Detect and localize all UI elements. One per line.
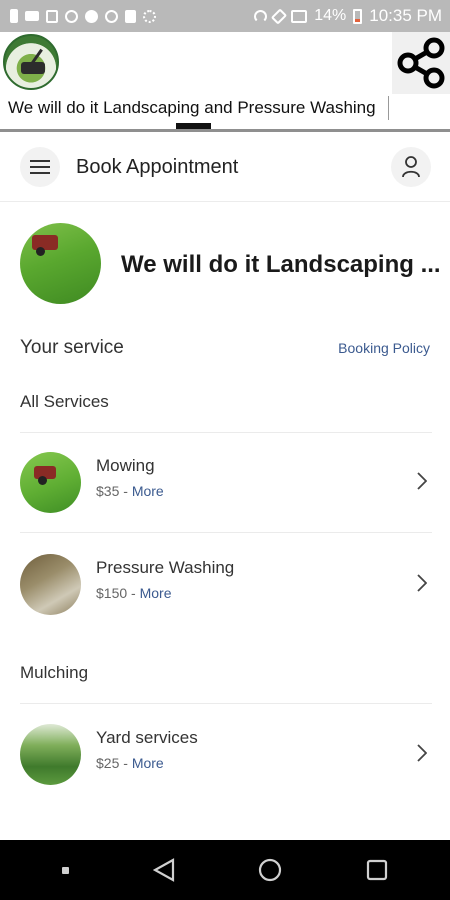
title-separator bbox=[388, 96, 389, 120]
image-icon bbox=[46, 9, 58, 23]
service-price: $35 bbox=[96, 483, 120, 499]
more-link[interactable]: More bbox=[132, 755, 164, 771]
instagram-icon bbox=[65, 9, 78, 23]
service-meta: $150 - More bbox=[96, 585, 172, 601]
category-heading: All Services bbox=[20, 392, 109, 411]
service-thumbnail bbox=[20, 554, 81, 615]
business-logo bbox=[3, 34, 59, 90]
divider bbox=[20, 703, 432, 704]
menu-icon bbox=[30, 160, 50, 174]
more-link[interactable]: More bbox=[132, 483, 164, 499]
section-title: Your service bbox=[20, 337, 124, 358]
clock: 10:35 PM bbox=[369, 6, 442, 25]
status-bar: 14% 10:35 PM bbox=[0, 0, 450, 32]
notification-icons bbox=[10, 9, 156, 23]
service-price: $150 bbox=[96, 585, 128, 601]
battery-icon bbox=[353, 8, 363, 24]
service-section-header: Your service Booking Policy bbox=[20, 337, 430, 361]
chevron-right-icon bbox=[417, 744, 427, 762]
price-separator: - bbox=[119, 483, 132, 499]
page-title: Book Appointment bbox=[76, 156, 239, 178]
video-icon bbox=[25, 11, 39, 21]
user-icon bbox=[402, 156, 420, 178]
app-header: We will do it Landscaping and Pressure W… bbox=[0, 32, 450, 132]
system-status-icons: 14% 10:35 PM bbox=[254, 6, 442, 26]
signal-icon bbox=[143, 9, 156, 23]
chevron-right-icon bbox=[417, 574, 427, 592]
divider bbox=[20, 432, 432, 433]
price-separator: - bbox=[119, 755, 132, 771]
booking-toolbar: Book Appointment bbox=[0, 132, 450, 202]
service-name: Yard services bbox=[96, 728, 198, 747]
account-button[interactable] bbox=[391, 147, 431, 187]
service-thumbnail bbox=[20, 724, 81, 785]
share-icon bbox=[397, 37, 445, 89]
category-heading: Mulching bbox=[20, 663, 89, 682]
price-separator: - bbox=[127, 585, 140, 601]
lock-icon bbox=[125, 9, 136, 23]
more-link[interactable]: More bbox=[140, 585, 172, 601]
service-name: Mowing bbox=[96, 456, 155, 475]
mute-icon bbox=[271, 7, 288, 25]
booking-policy-link[interactable]: Booking Policy bbox=[338, 340, 430, 356]
recent-dot-icon[interactable] bbox=[61, 866, 69, 874]
menu-button[interactable] bbox=[20, 147, 60, 187]
business-header: We will do it Landscaping ... bbox=[0, 222, 450, 304]
service-thumbnail bbox=[20, 452, 81, 513]
service-price: $25 bbox=[96, 755, 120, 771]
home-icon[interactable] bbox=[258, 858, 282, 882]
business-photo bbox=[20, 223, 101, 304]
business-name: We will do it Landscaping ... bbox=[121, 251, 441, 278]
battery-percent: 14% bbox=[314, 7, 347, 24]
messenger-icon bbox=[105, 9, 118, 23]
service-name: Pressure Washing bbox=[96, 558, 235, 577]
headphones-icon bbox=[254, 9, 268, 23]
app-title: We will do it Landscaping and Pressure W… bbox=[8, 98, 376, 117]
navigation-bar bbox=[0, 840, 450, 900]
service-row-mowing[interactable]: Mowing $35 - More bbox=[0, 442, 450, 522]
sim-icon bbox=[10, 9, 18, 23]
overview-icon[interactable] bbox=[366, 859, 388, 881]
service-row-pressure-washing[interactable]: Pressure Washing $150 - More bbox=[0, 544, 450, 624]
back-icon[interactable] bbox=[152, 858, 175, 882]
spotify-icon bbox=[85, 9, 98, 23]
service-meta: $25 - More bbox=[96, 755, 164, 771]
data-icon bbox=[291, 9, 308, 23]
service-row-yard-services[interactable]: Yard services $25 - More bbox=[0, 714, 450, 794]
share-button[interactable] bbox=[392, 32, 450, 94]
chevron-right-icon bbox=[417, 472, 427, 490]
divider bbox=[20, 532, 432, 533]
service-meta: $35 - More bbox=[96, 483, 164, 499]
